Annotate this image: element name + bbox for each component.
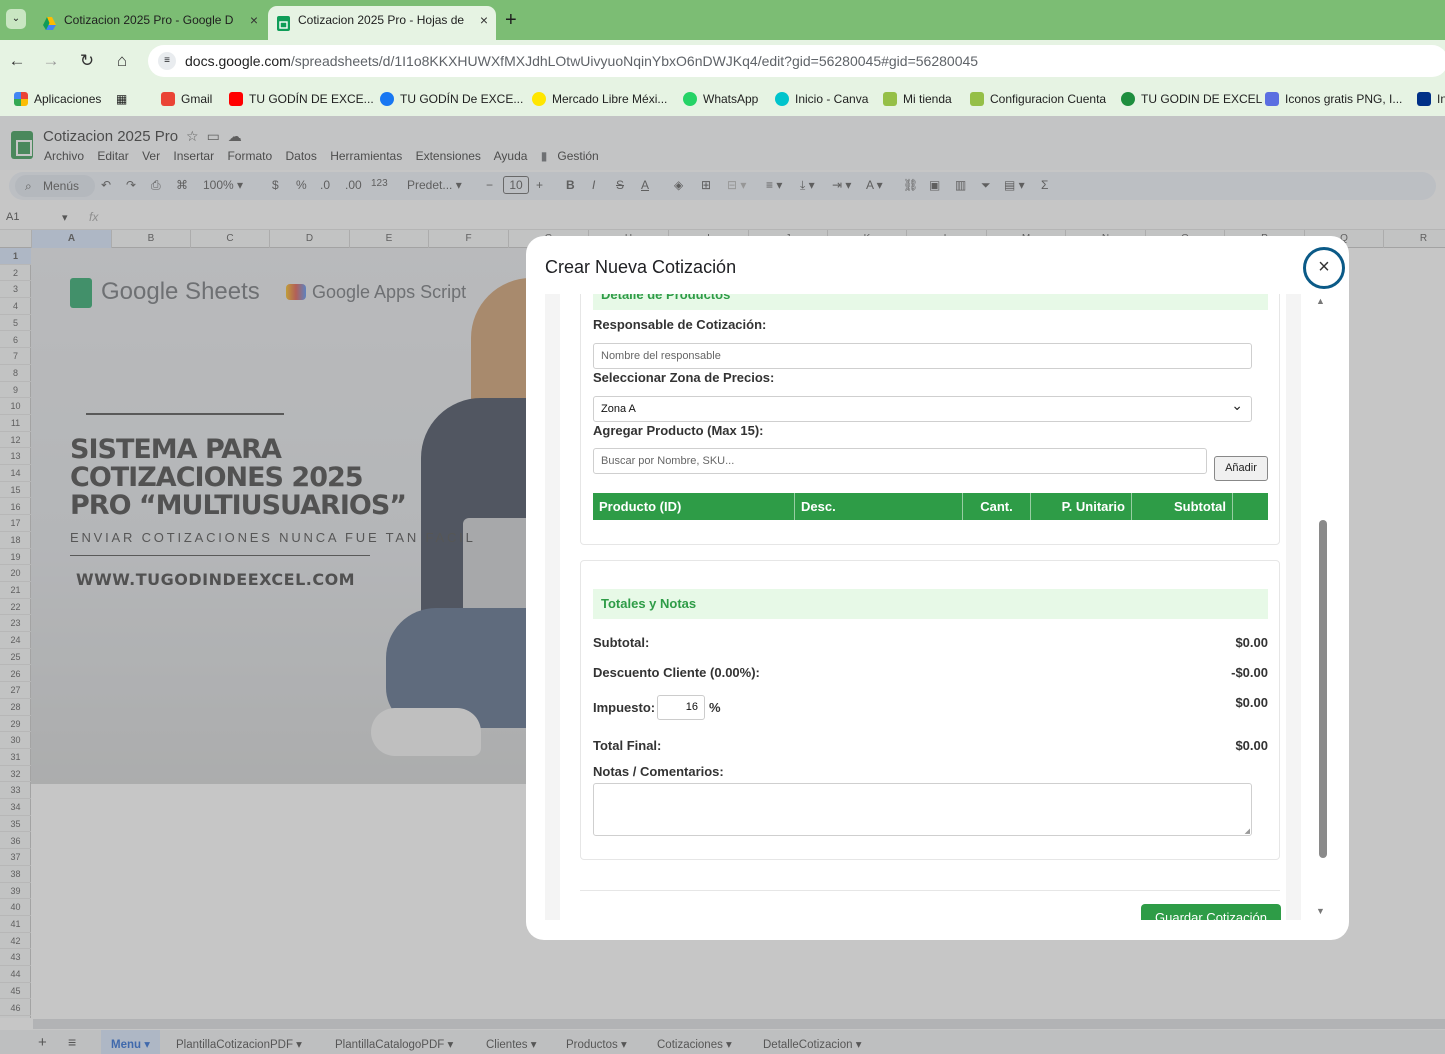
bookmark-apps[interactable]: Aplicaciones	[14, 91, 101, 107]
paypal-icon	[1417, 92, 1431, 106]
responsable-label: Responsable de Cotización:	[593, 317, 767, 332]
descuento-label: Descuento Cliente (0.00%):	[593, 665, 760, 680]
browser-tab-strip: ⌄ Cotizacion 2025 Pro - Google D × Cotiz…	[0, 0, 1445, 40]
canva-icon	[775, 92, 789, 106]
notas-textarea[interactable]	[593, 783, 1252, 836]
site-settings-icon[interactable]: ≡	[158, 52, 176, 70]
dialog-content: Detalle de Productos Responsable de Coti…	[560, 294, 1286, 920]
descuento-value: -$0.00	[1231, 665, 1268, 680]
apps-grid-icon	[14, 92, 28, 106]
total-final-row: Total Final: $0.00	[593, 738, 1268, 753]
guardar-cotizacion-button[interactable]: Guardar Cotización	[1141, 904, 1281, 920]
tu-godin-icon	[1121, 92, 1135, 106]
reload-icon[interactable]: ↻	[76, 50, 98, 72]
whatsapp-icon	[683, 92, 697, 106]
tab-title: Cotizacion 2025 Pro - Hojas de	[298, 13, 465, 27]
bookmark-canva[interactable]: Inicio - Canva	[775, 91, 868, 107]
shopify-icon	[883, 92, 897, 106]
back-icon[interactable]: ←	[6, 50, 28, 72]
subtotal-label: Subtotal:	[593, 635, 650, 650]
bookmark-mi-tienda[interactable]: Mi tienda	[883, 91, 952, 107]
th-precio-unitario: P. Unitario	[1031, 493, 1132, 520]
bookmark-gmail[interactable]: Gmail	[161, 91, 212, 107]
descuento-row: Descuento Cliente (0.00%): -$0.00	[593, 665, 1268, 680]
flaticon-icon	[1265, 92, 1279, 106]
forward-icon[interactable]: →	[40, 50, 62, 72]
section-header-totales: Totales y Notas	[593, 589, 1268, 619]
th-desc: Desc.	[795, 493, 963, 520]
youtube-icon	[229, 92, 243, 106]
impuesto-label: Impuesto:	[593, 700, 656, 715]
tab-search-icon[interactable]: ⌄	[6, 9, 26, 29]
close-dialog-button[interactable]: ×	[1303, 247, 1345, 289]
scroll-up-icon[interactable]: ▲	[1316, 296, 1325, 306]
th-cant: Cant.	[963, 493, 1031, 520]
th-subtotal: Subtotal	[1132, 493, 1233, 520]
bookmarks-bar: Aplicaciones ▦ Gmail TU GODÍN DE EXCE...…	[0, 82, 1445, 116]
total-final-value: $0.00	[1235, 738, 1268, 753]
impuesto-input[interactable]: 16	[657, 695, 705, 720]
totales-notas-card: Totales y Notas Subtotal: $0.00 Descuent…	[580, 560, 1280, 860]
subtotal-value: $0.00	[1235, 635, 1268, 650]
facebook-icon	[380, 92, 394, 106]
bookmark-youtube[interactable]: TU GODÍN DE EXCE...	[229, 91, 374, 107]
close-tab-icon[interactable]: ×	[480, 6, 488, 34]
bookmark-facebook[interactable]: TU GODÍN De EXCE...	[380, 91, 523, 107]
th-acciones	[1233, 493, 1268, 520]
home-icon[interactable]: ⌂	[111, 50, 133, 72]
bookmark-configuracion[interactable]: Configuracion Cuenta	[970, 91, 1106, 107]
bookmark-tu-godin[interactable]: TU GODIN DE EXCEL	[1121, 91, 1262, 107]
impuesto-row: Impuesto: 16 % $0.00	[593, 695, 1268, 720]
new-tab-icon[interactable]: +	[505, 8, 517, 32]
agregar-producto-label: Agregar Producto (Max 15):	[593, 423, 764, 438]
bookmark-iconos[interactable]: Iconos gratis PNG, I...	[1265, 91, 1402, 107]
zona-precios-select[interactable]: Zona A	[593, 393, 1252, 422]
impuesto-value: $0.00	[1235, 695, 1268, 710]
tab-title: Cotizacion 2025 Pro - Google D	[64, 13, 234, 27]
bookmark-mercadolibre[interactable]: Mercado Libre Méxi...	[532, 91, 667, 107]
close-tab-icon[interactable]: ×	[250, 6, 258, 34]
crear-cotizacion-dialog: Crear Nueva Cotización × Detalle de Prod…	[526, 236, 1349, 940]
scrollbar-thumb[interactable]	[1319, 520, 1327, 858]
dialog-scrollbar[interactable]: ▲ ▼	[1316, 294, 1328, 920]
dialog-title: Crear Nueva Cotización	[545, 257, 737, 277]
shopify-icon	[970, 92, 984, 106]
bookmark-whatsapp[interactable]: WhatsApp	[683, 91, 758, 107]
subtotal-row: Subtotal: $0.00	[593, 635, 1268, 650]
notas-label: Notas / Comentarios:	[593, 764, 724, 779]
section-header-detalle: Detalle de Productos	[593, 294, 1268, 310]
browser-tab-inactive[interactable]: Cotizacion 2025 Pro - Google D ×	[34, 6, 266, 40]
browser-tab-active[interactable]: Cotizacion 2025 Pro - Hojas de ×	[268, 6, 496, 40]
total-final-label: Total Final:	[593, 738, 662, 753]
scroll-down-icon[interactable]: ▼	[1316, 906, 1325, 916]
google-sheets-favicon	[276, 13, 291, 31]
address-bar-row: ← → ↻ ⌂ ≡ docs.google.com/spreadsheets/d…	[0, 40, 1445, 82]
th-producto: Producto (ID)	[593, 493, 795, 520]
mercadolibre-icon	[532, 92, 546, 106]
apps-launcher-icon[interactable]: ▦	[116, 91, 127, 107]
bookmark-paypal[interactable]: In	[1417, 91, 1445, 107]
google-drive-icon	[42, 13, 57, 30]
dialog-scroll-frame: Detalle de Productos Responsable de Coti…	[545, 294, 1301, 920]
zona-precios-label: Seleccionar Zona de Precios:	[593, 370, 775, 385]
impuesto-unit: %	[709, 700, 721, 715]
productos-table-header: Producto (ID) Desc. Cant. P. Unitario Su…	[593, 493, 1268, 520]
url-text: docs.google.com/spreadsheets/d/1I1o8KKXH…	[185, 53, 979, 69]
url-input[interactable]: ≡ docs.google.com/spreadsheets/d/1I1o8KK…	[148, 45, 1445, 77]
divider	[580, 890, 1280, 891]
detalle-productos-card: Detalle de Productos Responsable de Coti…	[580, 294, 1280, 545]
responsable-input[interactable]: Nombre del responsable	[593, 343, 1252, 369]
gmail-icon	[161, 92, 175, 106]
buscar-producto-input[interactable]: Buscar por Nombre, SKU...	[593, 448, 1207, 474]
anadir-producto-button[interactable]: Añadir	[1214, 456, 1268, 481]
